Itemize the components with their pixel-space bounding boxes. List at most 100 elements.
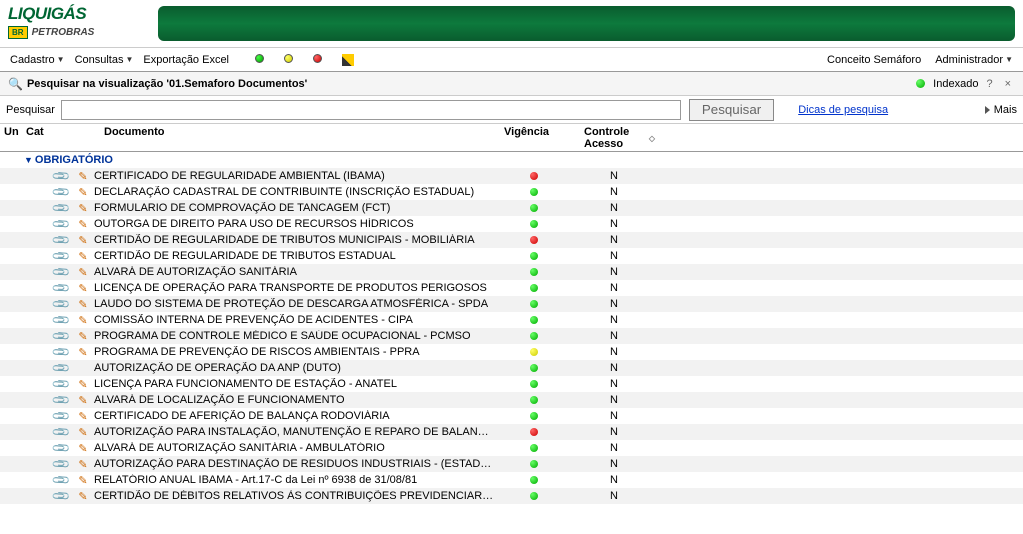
document-name[interactable]: RELATÓRIO ANUAL IBAMA - Art.17-C da Lei … (94, 474, 494, 486)
edit-icon[interactable]: ✎ (72, 298, 94, 311)
table-row[interactable]: 📎✎OUTORGA DE DIREITO PARA USO DE RECURSO… (0, 216, 1023, 232)
group-obrigatorio[interactable]: ▼OBRIGATÓRIO (0, 152, 1023, 168)
table-row[interactable]: 📎✎FORMULARIO DE COMPROVAÇÃO DE TANCAGEM … (0, 200, 1023, 216)
edit-icon[interactable]: ✎ (72, 346, 94, 359)
expand-icon (985, 106, 990, 114)
edit-icon[interactable]: ✎ (72, 234, 94, 247)
table-row[interactable]: 📎✎PROGRAMA DE PREVENÇÃO DE RISCOS AMBIEN… (0, 344, 1023, 360)
app-header: LIQUIGÁS BR PETROBRAS (0, 0, 1023, 48)
vigencia-status (494, 396, 574, 404)
red-status-icon (530, 236, 538, 244)
document-name[interactable]: ALVARÁ DE LOCALIZAÇÃO E FUNCIONAMENTO (94, 394, 494, 406)
yellow-light-icon[interactable] (284, 54, 293, 63)
search-header: 🔍 Pesquisar na visualização '01.Semaforo… (0, 72, 1023, 96)
document-name[interactable]: AUTORIZAÇÃO PARA DESTINAÇÃO DE RESIDUOS … (94, 458, 494, 470)
table-row[interactable]: 📎✎ALVARÁ DE AUTORIZAÇÃO SANITÁRIA - AMBU… (0, 440, 1023, 456)
red-status-icon (530, 428, 538, 436)
table-row[interactable]: 📎✎PROGRAMA DE CONTROLE MÉDICO E SAÚDE OC… (0, 328, 1023, 344)
document-name[interactable]: DECLARAÇÃO CADASTRAL DE CONTRIBUINTE (IN… (94, 186, 494, 198)
col-cat[interactable]: Cat (22, 126, 50, 138)
edit-icon[interactable]: ✎ (72, 378, 94, 391)
table-row[interactable]: 📎✎DECLARAÇÃO CADASTRAL DE CONTRIBUINTE (… (0, 184, 1023, 200)
table-row[interactable]: 📎✎AUTORIZAÇÃO PARA INSTALAÇÃO, MANUTENÇÃ… (0, 424, 1023, 440)
table-row[interactable]: 📎✎ALVARÁ DE LOCALIZAÇÃO E FUNCIONAMENTON (0, 392, 1023, 408)
red-light-icon[interactable] (313, 54, 322, 63)
brush-icon[interactable] (342, 54, 354, 66)
col-vigencia[interactable]: Vigência (500, 126, 580, 138)
edit-icon[interactable]: ✎ (72, 490, 94, 503)
document-name[interactable]: PROGRAMA DE CONTROLE MÉDICO E SAÚDE OCUP… (94, 330, 494, 342)
menu-conceito[interactable]: Conceito Semáforo (823, 52, 925, 68)
col-un[interactable]: Un (0, 126, 22, 138)
table-row[interactable]: 📎✎AUTORIZAÇÃO PARA DESTINAÇÃO DE RESIDUO… (0, 456, 1023, 472)
document-name[interactable]: LAUDO DO SISTEMA DE PROTEÇÃO DE DESCARGA… (94, 298, 494, 310)
edit-icon[interactable]: ✎ (72, 218, 94, 231)
controle-acesso-value: N (574, 170, 654, 182)
document-name[interactable]: OUTORGA DE DIREITO PARA USO DE RECURSOS … (94, 218, 494, 230)
document-name[interactable]: AUTORIZAÇÃO DE OPERAÇÃO DA ANP (DUTO) (94, 362, 494, 374)
vigencia-status (494, 444, 574, 452)
green-status-icon (530, 284, 538, 292)
help-button[interactable]: ? (986, 78, 992, 90)
edit-icon[interactable]: ✎ (72, 266, 94, 279)
more-toggle[interactable]: Mais (985, 104, 1017, 116)
table-row[interactable]: 📎✎CERTIDÃO DE DÉBITOS RELATIVOS ÀS CONTR… (0, 488, 1023, 504)
edit-icon[interactable]: ✎ (72, 330, 94, 343)
menu-consultas[interactable]: Consultas▼ (71, 52, 138, 68)
document-name[interactable]: CERTIDÃO DE DÉBITOS RELATIVOS ÀS CONTRIB… (94, 490, 494, 502)
edit-icon[interactable]: ✎ (72, 442, 94, 455)
document-name[interactable]: CERTIDÃO DE REGULARIDADE DE TRIBUTOS MUN… (94, 234, 494, 246)
edit-icon[interactable]: ✎ (72, 282, 94, 295)
table-body[interactable]: ▼OBRIGATÓRIO 📎✎CERTIFICADO DE REGULARIDA… (0, 152, 1023, 512)
table-row[interactable]: 📎✎ALVARÁ DE AUTORIZAÇÃO SANITÁRIAN (0, 264, 1023, 280)
vigencia-status (494, 380, 574, 388)
green-status-icon (530, 332, 538, 340)
document-name[interactable]: AUTORIZAÇÃO PARA INSTALAÇÃO, MANUTENÇÃO … (94, 426, 494, 438)
menu-admin[interactable]: Administrador▼ (931, 52, 1017, 68)
edit-icon[interactable]: ✎ (72, 426, 94, 439)
controle-acesso-value: N (574, 474, 654, 486)
table-row[interactable]: 📎✎RELATÓRIO ANUAL IBAMA - Art.17-C da Le… (0, 472, 1023, 488)
table-row[interactable]: 📎✎LICENÇA PARA FUNCIONAMENTO DE ESTAÇÃO … (0, 376, 1023, 392)
edit-icon[interactable]: ✎ (72, 410, 94, 423)
document-name[interactable]: ALVARÁ DE AUTORIZAÇÃO SANITÁRIA (94, 266, 494, 278)
table-row[interactable]: 📎✎LAUDO DO SISTEMA DE PROTEÇÃO DE DESCAR… (0, 296, 1023, 312)
document-name[interactable]: CERTIFICADO DE REGULARIDADE AMBIENTAL (I… (94, 170, 494, 182)
menu-exportacao[interactable]: Exportação Excel (139, 52, 233, 68)
document-name[interactable]: CERTIFICADO DE AFERIÇÃO DE BALANÇA RODOV… (94, 410, 494, 422)
green-light-icon[interactable] (255, 54, 264, 63)
edit-icon[interactable]: ✎ (72, 170, 94, 183)
edit-icon[interactable]: ✎ (72, 186, 94, 199)
document-name[interactable]: CERTIDÃO DE REGULARIDADE DE TRIBUTOS EST… (94, 250, 494, 262)
search-button[interactable]: Pesquisar (689, 99, 774, 121)
vigencia-status (494, 364, 574, 372)
document-name[interactable]: COMISSÃO INTERNA DE PREVENÇÃO DE ACIDENT… (94, 314, 494, 326)
green-status-icon (530, 444, 538, 452)
vigencia-status (494, 284, 574, 292)
table-row[interactable]: 📎✎CERTIDÃO DE REGULARIDADE DE TRIBUTOS E… (0, 248, 1023, 264)
table-row[interactable]: 📎✎CERTIFICADO DE REGULARIDADE AMBIENTAL … (0, 168, 1023, 184)
col-documento[interactable]: Documento (100, 126, 500, 138)
document-name[interactable]: LICENÇA PARA FUNCIONAMENTO DE ESTAÇÃO - … (94, 378, 494, 390)
document-name[interactable]: FORMULARIO DE COMPROVAÇÃO DE TANCAGEM (F… (94, 202, 494, 214)
search-input[interactable] (61, 100, 681, 120)
table-row[interactable]: 📎✎COMISSÃO INTERNA DE PREVENÇÃO DE ACIDE… (0, 312, 1023, 328)
close-button[interactable]: × (1001, 78, 1015, 90)
col-controle-acesso[interactable]: Controle Acesso◇ (580, 126, 660, 150)
edit-icon[interactable]: ✎ (72, 394, 94, 407)
table-row[interactable]: 📎✎CERTIDÃO DE REGULARIDADE DE TRIBUTOS M… (0, 232, 1023, 248)
document-name[interactable]: LICENÇA DE OPERAÇÃO PARA TRANSPORTE DE P… (94, 282, 494, 294)
table-row[interactable]: 📎AUTORIZAÇÃO DE OPERAÇÃO DA ANP (DUTO)N (0, 360, 1023, 376)
table-header: Un Cat Documento Vigência Controle Acess… (0, 124, 1023, 152)
document-name[interactable]: PROGRAMA DE PREVENÇÃO DE RISCOS AMBIENTA… (94, 346, 494, 358)
edit-icon[interactable]: ✎ (72, 202, 94, 215)
document-name[interactable]: ALVARÁ DE AUTORIZAÇÃO SANITÁRIA - AMBULA… (94, 442, 494, 454)
table-row[interactable]: 📎✎LICENÇA DE OPERAÇÃO PARA TRANSPORTE DE… (0, 280, 1023, 296)
tips-link[interactable]: Dicas de pesquisa (798, 104, 888, 116)
table-row[interactable]: 📎✎CERTIFICADO DE AFERIÇÃO DE BALANÇA ROD… (0, 408, 1023, 424)
edit-icon[interactable]: ✎ (72, 314, 94, 327)
edit-icon[interactable]: ✎ (72, 458, 94, 471)
edit-icon[interactable]: ✎ (72, 250, 94, 263)
edit-icon[interactable]: ✎ (72, 474, 94, 487)
menu-cadastro[interactable]: Cadastro▼ (6, 52, 69, 68)
